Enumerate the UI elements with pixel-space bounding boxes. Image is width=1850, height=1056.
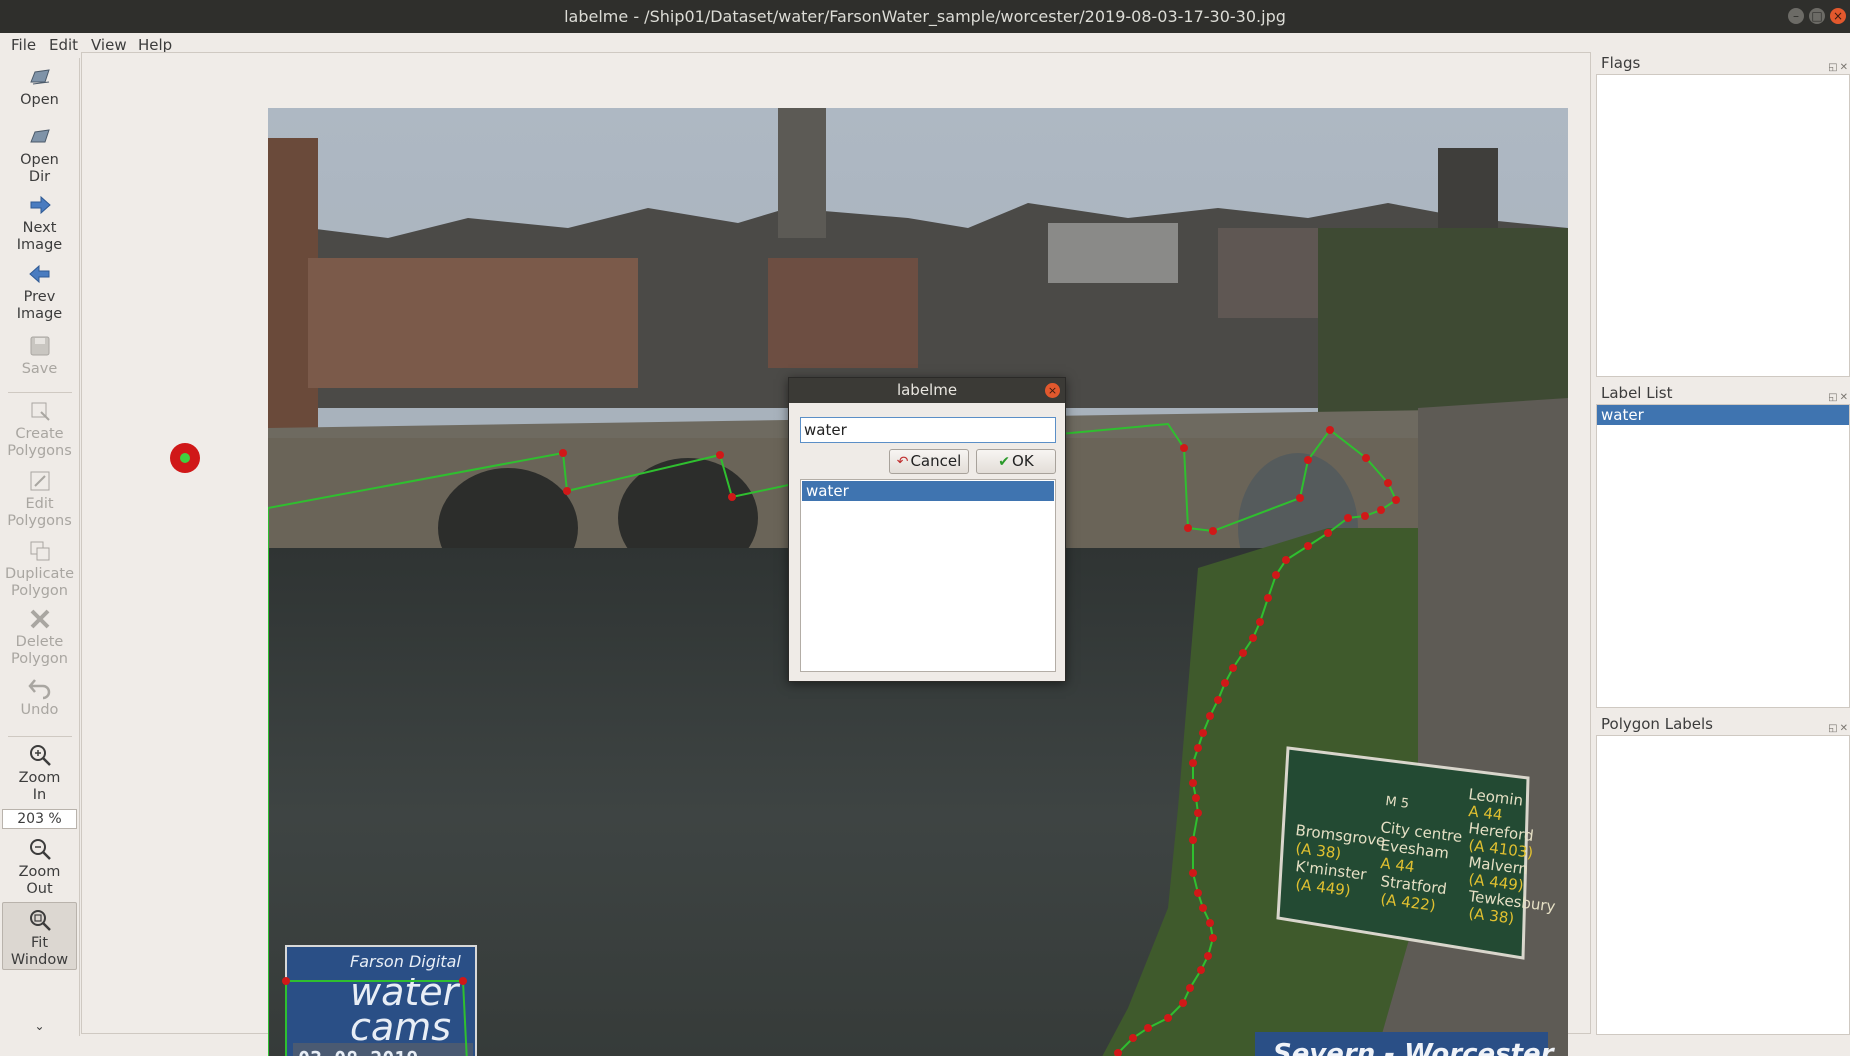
polygon-labels-dock: Polygon Labels ◱✕ <box>1596 713 1850 1035</box>
prev-image-button[interactable]: Prev Image <box>2 261 77 323</box>
toolbar-separator <box>8 736 72 737</box>
flags-title: Flags <box>1601 54 1641 72</box>
cancel-button[interactable]: ↶ Cancel <box>889 449 969 474</box>
zoom-out-button[interactable]: Zoom Out <box>2 836 77 898</box>
watermark-date-text: 03-08-2019 <box>298 1047 418 1056</box>
prev-image-label: Prev Image <box>16 289 63 322</box>
next-image-label: Next Image <box>16 220 63 253</box>
label-input[interactable]: water <box>800 417 1056 443</box>
arrow-left-icon <box>28 264 49 284</box>
label-dialog: labelme × water ↶ Cancel ✔ OK water <box>788 377 1066 682</box>
ok-button[interactable]: ✔ OK <box>976 449 1056 474</box>
folder-icon <box>29 129 50 143</box>
dialog-close-icon[interactable]: × <box>1045 383 1060 398</box>
tools-toolbar: Open Open Dir Next Image Prev Image Save… <box>0 58 80 1036</box>
label-list-item[interactable]: water <box>1597 405 1849 425</box>
zoom-in-button[interactable]: Zoom In <box>2 742 77 804</box>
delete-x-icon <box>30 609 49 629</box>
save-label: Save <box>21 361 58 377</box>
watermark-brand-text: Farson Digital <box>350 952 461 971</box>
fit-window-icon <box>29 910 51 931</box>
open-dir-button[interactable]: Open Dir <box>2 124 77 186</box>
menu-file[interactable]: File <box>11 33 36 58</box>
fit-window-label: Fit Window <box>10 935 69 968</box>
zoom-in-label: Zoom In <box>18 770 61 803</box>
window-title: labelme - /Ship01/Dataset/water/FarsonWa… <box>564 7 1286 26</box>
floppy-disk-icon <box>30 336 49 356</box>
open-label: Open <box>20 92 59 108</box>
undo-icon <box>27 679 50 700</box>
label-list[interactable]: water <box>1596 404 1850 708</box>
dock-buttons-icon[interactable]: ◱✕ <box>1828 718 1850 740</box>
label-list-title: Label List <box>1601 384 1673 402</box>
dock-buttons-icon[interactable]: ◱✕ <box>1828 387 1850 409</box>
toolbar-overflow-chevron-icon[interactable]: ⌄ <box>2 1018 77 1035</box>
duplicate-polygon-label: Duplicate Polygon <box>4 566 75 599</box>
label-list-dock: Label List ◱✕ water <box>1596 382 1850 708</box>
next-image-button[interactable]: Next Image <box>2 192 77 254</box>
undo-label: Undo <box>20 702 59 718</box>
cancel-icon: ↶ <box>896 454 909 470</box>
arrow-right-icon <box>30 195 51 215</box>
zoom-out-label: Zoom Out <box>18 864 61 897</box>
edit-polygons-label: Edit Polygons <box>7 496 72 529</box>
polygon-labels-list[interactable] <box>1596 735 1850 1035</box>
delete-polygon-button[interactable]: Delete Polygon <box>2 606 77 668</box>
folder-open-icon <box>29 69 50 85</box>
window-titlebar: labelme - /Ship01/Dataset/water/FarsonWa… <box>0 0 1850 33</box>
duplicate-icon <box>30 541 49 561</box>
undo-button[interactable]: Undo <box>2 674 77 719</box>
cancel-label: Cancel <box>910 452 962 470</box>
create-polygons-label: Create Polygons <box>7 426 72 459</box>
minimize-button[interactable]: – <box>1788 8 1804 24</box>
label-suggestion-item[interactable]: water <box>802 481 1054 501</box>
location-banner-text: Severn - Worcester <box>1273 1039 1556 1056</box>
polygon-start-vertex[interactable] <box>170 443 200 473</box>
watermark-cams-text: cams <box>350 1005 451 1049</box>
zoom-in-icon <box>29 745 51 766</box>
edit-pencil-icon <box>30 471 49 491</box>
maximize-button[interactable]: □ <box>1809 8 1825 24</box>
close-window-button[interactable]: × <box>1830 8 1846 24</box>
dialog-title: labelme <box>896 381 958 399</box>
dock-buttons-icon[interactable]: ◱✕ <box>1828 57 1850 79</box>
menu-edit[interactable]: Edit <box>49 33 78 58</box>
save-button[interactable]: Save <box>2 333 77 378</box>
zoom-level-spinbox[interactable]: 203 % <box>2 809 77 829</box>
zoom-out-icon <box>29 839 51 860</box>
create-polygon-icon <box>31 402 50 421</box>
ok-icon: ✔ <box>998 454 1011 470</box>
flags-dock: Flags ◱✕ <box>1596 52 1850 377</box>
duplicate-polygon-button[interactable]: Duplicate Polygon <box>2 538 77 600</box>
fit-window-button[interactable]: Fit Window <box>2 902 77 970</box>
ok-label: OK <box>1012 452 1034 470</box>
label-suggestion-list[interactable]: water <box>800 479 1056 672</box>
edit-polygons-button[interactable]: Edit Polygons <box>2 468 77 530</box>
create-polygons-button[interactable]: Create Polygons <box>2 398 77 460</box>
toolbar-separator <box>8 392 72 393</box>
polygon-labels-title: Polygon Labels <box>1601 715 1713 733</box>
sign-text: M 5 <box>1385 794 1410 812</box>
open-button[interactable]: Open <box>2 64 77 109</box>
flags-list[interactable] <box>1596 74 1850 377</box>
open-dir-label: Open Dir <box>20 152 59 185</box>
delete-polygon-label: Delete Polygon <box>11 634 68 667</box>
